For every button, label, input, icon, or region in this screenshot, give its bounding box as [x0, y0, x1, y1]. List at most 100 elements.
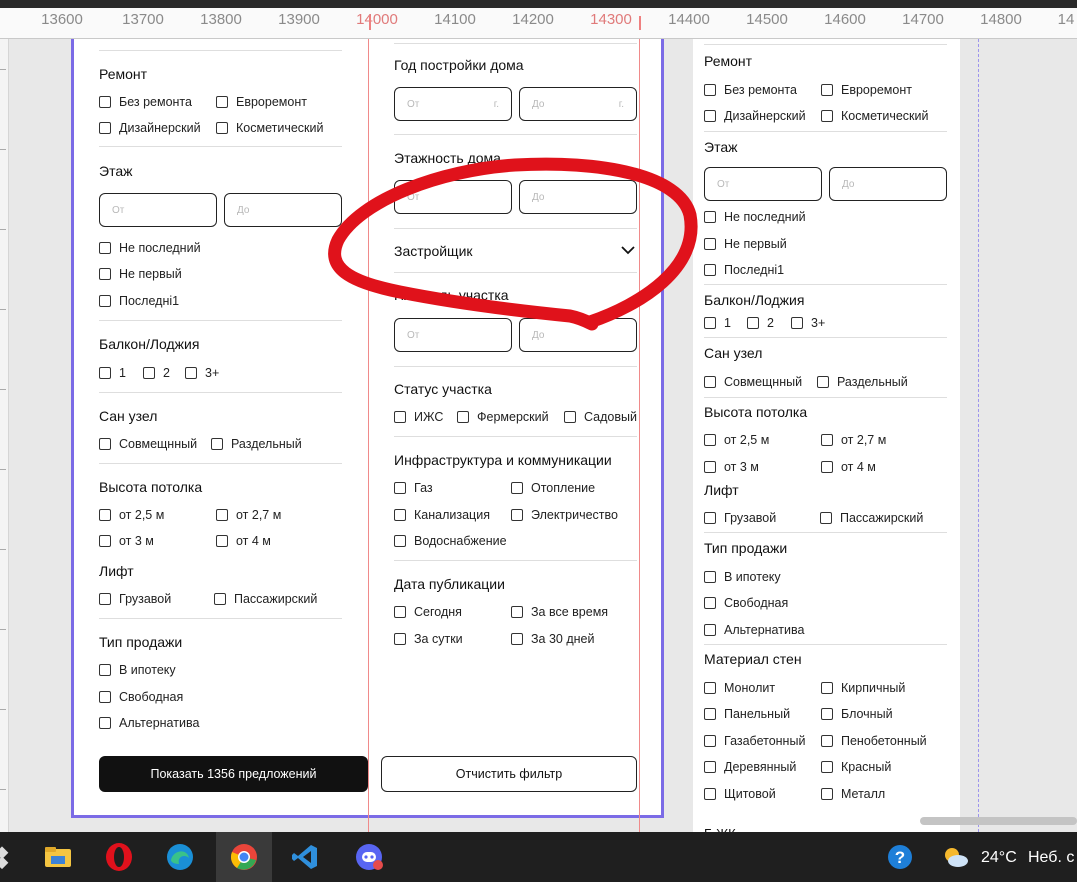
- weather-condition[interactable]: Неб. с: [1028, 849, 1074, 867]
- checkbox-box[interactable]: [821, 110, 833, 122]
- checkbox-box[interactable]: [821, 434, 833, 446]
- checkbox-box[interactable]: [99, 268, 111, 280]
- checkbox-box[interactable]: [216, 509, 228, 521]
- checkbox-box[interactable]: [99, 535, 111, 547]
- checkbox-ceiling-4[interactable]: от 4 м: [821, 460, 876, 474]
- checkbox-box[interactable]: [511, 509, 523, 521]
- checkbox-ceiling-2-7[interactable]: от 2,7 м: [821, 433, 886, 447]
- checkbox-box[interactable]: [704, 110, 716, 122]
- checkbox-box[interactable]: [704, 682, 716, 694]
- checkbox-ceiling-2-5[interactable]: от 2,5 м: [99, 508, 164, 522]
- edge-icon[interactable]: [165, 842, 195, 872]
- checkbox-box[interactable]: [704, 317, 716, 329]
- checkbox-box[interactable]: [704, 735, 716, 747]
- checkbox-kosmeticheskiy[interactable]: Косметический: [216, 121, 323, 135]
- checkbox-ne-perviy[interactable]: Не первый: [704, 237, 787, 251]
- checkbox-alternativa[interactable]: Альтернатива: [99, 716, 199, 730]
- checkbox-box[interactable]: [216, 96, 228, 108]
- checkbox-box[interactable]: [457, 411, 469, 423]
- checkbox-box[interactable]: [394, 633, 406, 645]
- files-icon[interactable]: [0, 842, 22, 872]
- checkbox-balcony-3plus[interactable]: 3+: [791, 316, 825, 330]
- checkbox-derevyanniy[interactable]: Деревянный: [704, 760, 796, 774]
- file-explorer-icon[interactable]: [43, 842, 73, 872]
- checkbox-box[interactable]: [214, 593, 226, 605]
- floors-from-input[interactable]: От: [394, 180, 512, 214]
- checkbox-box[interactable]: [704, 571, 716, 583]
- checkbox-monolit[interactable]: Монолит: [704, 681, 775, 695]
- checkbox-box[interactable]: [821, 735, 833, 747]
- checkbox-za-vse-vremya[interactable]: За все время: [511, 605, 608, 619]
- checkbox-box[interactable]: [394, 535, 406, 547]
- checkbox-posledniy[interactable]: Последні1: [99, 294, 179, 308]
- checkbox-box[interactable]: [791, 317, 803, 329]
- checkbox-box[interactable]: [821, 682, 833, 694]
- checkbox-posledniy[interactable]: Последні1: [704, 263, 784, 277]
- horizontal-scrollbar[interactable]: [920, 817, 1077, 825]
- checkbox-gruzovoy[interactable]: Грузавой: [704, 511, 776, 525]
- checkbox-evroremont[interactable]: Евроремонт: [821, 83, 912, 97]
- checkbox-kanalizatsiya[interactable]: Канализация: [394, 508, 490, 522]
- checkbox-shchitovoy[interactable]: Щитовой: [704, 787, 776, 801]
- checkbox-segodnya[interactable]: Сегодня: [394, 605, 462, 619]
- checkbox-elektrichestvo[interactable]: Электричество: [511, 508, 618, 522]
- checkbox-box[interactable]: [511, 606, 523, 618]
- checkbox-vodosnabzhenie[interactable]: Водоснабжение: [394, 534, 507, 548]
- checkbox-box[interactable]: [99, 593, 111, 605]
- checkbox-metall[interactable]: Металл: [821, 787, 885, 801]
- checkbox-box[interactable]: [99, 664, 111, 676]
- checkbox-box[interactable]: [99, 509, 111, 521]
- checkbox-fermerskiy[interactable]: Фермерский: [457, 410, 549, 424]
- checkbox-za-30-dney[interactable]: За 30 дней: [511, 632, 594, 646]
- checkbox-box[interactable]: [704, 376, 716, 388]
- checkbox-krasniy[interactable]: Красный: [821, 760, 891, 774]
- checkbox-box[interactable]: [99, 717, 111, 729]
- chrome-icon[interactable]: [229, 842, 259, 872]
- discord-icon[interactable]: [354, 842, 384, 872]
- checkbox-box[interactable]: [704, 461, 716, 473]
- weather-cloud-icon[interactable]: [941, 842, 971, 872]
- checkbox-box[interactable]: [216, 535, 228, 547]
- checkbox-sovmeshchenniy[interactable]: Совмещнный: [99, 437, 197, 451]
- chevron-down-icon[interactable]: [621, 245, 635, 255]
- checkbox-box[interactable]: [99, 96, 111, 108]
- checkbox-alternativa[interactable]: Альтернатива: [704, 623, 804, 637]
- checkbox-balcony-2[interactable]: 2: [143, 366, 170, 380]
- clear-filter-button[interactable]: Отчистить фильтр: [381, 756, 637, 792]
- checkbox-evroremont[interactable]: Евроремонт: [216, 95, 307, 109]
- checkbox-penobetonniy[interactable]: Пенобетонный: [821, 734, 927, 748]
- checkbox-ipoteka[interactable]: В ипотеку: [99, 663, 176, 677]
- checkbox-box[interactable]: [704, 708, 716, 720]
- floor-to-input[interactable]: До: [829, 167, 947, 201]
- show-offers-button[interactable]: Показать 1356 предложений: [99, 756, 368, 792]
- floors-to-input[interactable]: До: [519, 180, 637, 214]
- checkbox-box[interactable]: [704, 434, 716, 446]
- checkbox-box[interactable]: [99, 438, 111, 450]
- checkbox-box[interactable]: [821, 708, 833, 720]
- checkbox-balcony-1[interactable]: 1: [704, 316, 731, 330]
- checkbox-gazabetonniy[interactable]: Газабетонный: [704, 734, 805, 748]
- checkbox-ceiling-2-7[interactable]: от 2,7 м: [216, 508, 281, 522]
- checkbox-ceiling-3[interactable]: от 3 м: [99, 534, 154, 548]
- checkbox-passazhirskiy[interactable]: Пассажирский: [214, 592, 317, 606]
- checkbox-bez-remonta[interactable]: Без ремонта: [704, 83, 797, 97]
- checkbox-sovmeshchenniy[interactable]: Совмещнный: [704, 375, 802, 389]
- checkbox-box[interactable]: [99, 295, 111, 307]
- checkbox-balcony-2[interactable]: 2: [747, 316, 774, 330]
- checkbox-box[interactable]: [821, 788, 833, 800]
- checkbox-box[interactable]: [143, 367, 155, 379]
- checkbox-box[interactable]: [704, 84, 716, 96]
- checkbox-box[interactable]: [821, 84, 833, 96]
- vscode-icon[interactable]: [290, 842, 320, 872]
- builder-dropdown-label[interactable]: Застройщик: [394, 243, 473, 259]
- checkbox-box[interactable]: [704, 211, 716, 223]
- checkbox-kirpichniy[interactable]: Кирпичный: [821, 681, 905, 695]
- area-from-input[interactable]: От: [394, 318, 512, 352]
- checkbox-ne-posledniy[interactable]: Не последний: [99, 241, 201, 255]
- checkbox-ne-perviy[interactable]: Не первый: [99, 267, 182, 281]
- help-icon[interactable]: ?: [885, 842, 915, 872]
- checkbox-otoplenie[interactable]: Отопление: [511, 481, 595, 495]
- checkbox-gruzovoy[interactable]: Грузавой: [99, 592, 171, 606]
- checkbox-ceiling-4[interactable]: от 4 м: [216, 534, 271, 548]
- floor-to-input[interactable]: До: [224, 193, 342, 227]
